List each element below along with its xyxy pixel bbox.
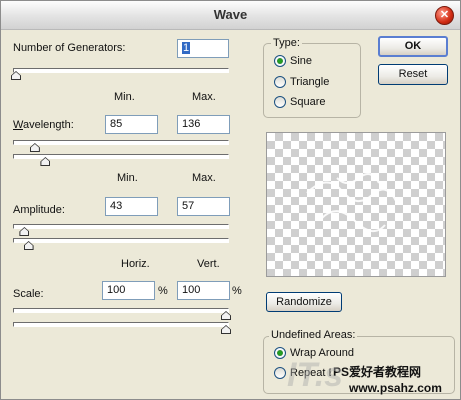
radio-repeat-edge[interactable] [274,367,286,379]
slider-thumb[interactable] [30,143,40,152]
radio-sine-label: Sine [290,55,313,67]
slider-thumb[interactable] [11,71,21,80]
slider-thumb[interactable] [24,241,34,250]
generators-label: Number of Generators: [13,42,126,54]
wave-dialog: Wave ✕ Number of Generators: 1 Min. Max.… [0,0,461,400]
slider-track [13,224,229,229]
reset-button[interactable]: Reset [378,64,448,85]
radio-triangle[interactable] [274,76,286,88]
ok-button[interactable]: OK [378,36,448,57]
radio-triangle-label: Triangle [290,76,330,88]
wavelength-max-input[interactable]: 136 [177,115,230,134]
amplitude-min-header: Min. [117,172,138,184]
slider-track [13,308,229,313]
close-button[interactable]: ✕ [435,6,454,25]
wavelength-max-slider[interactable] [13,153,229,165]
generators-slider[interactable] [13,67,229,79]
radio-square[interactable] [274,96,286,108]
wavelength-label: Wavelength: [13,119,74,131]
randomize-button[interactable]: Randomize [266,292,342,312]
preview-canvas [266,132,446,277]
radio-wrap-around[interactable] [274,347,286,359]
radio-sine[interactable] [274,55,286,67]
generators-input[interactable]: 1 [177,39,229,58]
slider-thumb[interactable] [40,157,50,166]
wavelength-max-header: Max. [192,91,216,103]
amplitude-max-slider[interactable] [13,237,229,249]
amplitude-max-input[interactable]: 57 [177,197,230,216]
wavelength-min-slider[interactable] [13,139,229,151]
wavelength-label-text: avelength: [22,119,74,131]
slider-thumb[interactable] [221,325,231,334]
slider-track [13,238,229,243]
scale-vert-header: Vert. [197,258,220,270]
type-group-legend: Type: [271,37,302,49]
scale-label-text: Scale: [13,288,44,300]
amplitude-min-slider[interactable] [13,223,229,235]
scale-horiz-unit: % [158,285,168,297]
scale-horiz-header: Horiz. [121,258,150,270]
watermark-title: PS爱好者教程网 [331,363,424,380]
undefined-areas-legend: Undefined Areas: [269,329,358,341]
slider-track [13,322,229,327]
scale-vert-input[interactable]: 100 [177,281,230,300]
window-title: Wave [213,7,248,22]
amplitude-min-input[interactable]: 43 [105,197,158,216]
scale-horiz-slider[interactable] [13,307,229,319]
amplitude-label: Amplitude: [13,204,65,216]
close-icon: ✕ [439,9,450,21]
wavelength-min-header: Min. [114,91,135,103]
watermark-url: www.psahz.com [349,381,442,395]
scale-vert-unit: % [232,285,242,297]
watermark-logo: IT.s [287,356,344,394]
scale-horiz-input[interactable]: 100 [102,281,155,300]
title-bar: Wave ✕ [1,1,460,30]
slider-thumb[interactable] [221,311,231,320]
slider-thumb[interactable] [19,227,29,236]
slider-track [13,68,229,73]
amplitude-label-text: Amplitude: [13,204,65,216]
wave-preview-graphic [306,173,398,232]
slider-track [13,140,229,145]
scale-label: Scale: [13,288,44,300]
amplitude-max-header: Max. [192,172,216,184]
radio-square-label: Square [290,96,326,108]
scale-vert-slider[interactable] [13,321,229,333]
wavelength-min-input[interactable]: 85 [105,115,158,134]
